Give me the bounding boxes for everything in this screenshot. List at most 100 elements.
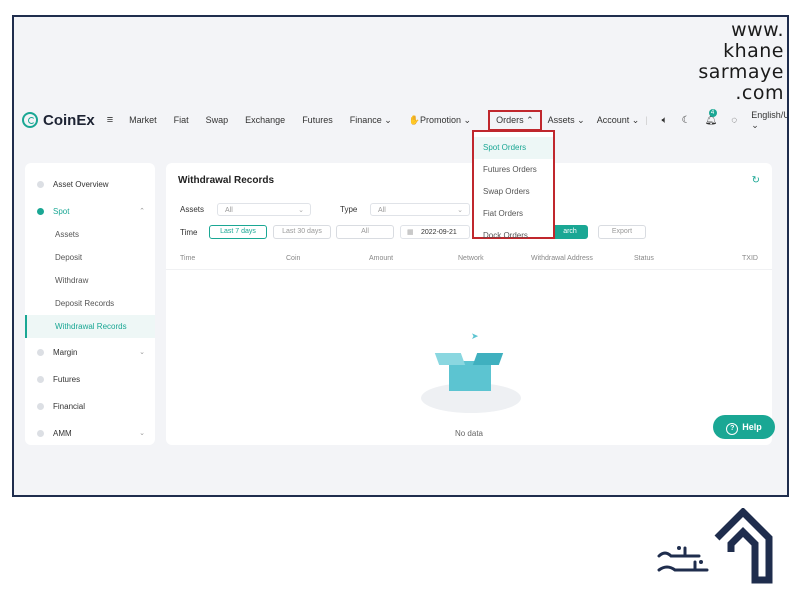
search-button[interactable]: arch (552, 225, 588, 239)
bell-icon[interactable]: 🔔︎ 4 (705, 108, 717, 126)
menu-item-spot-orders[interactable]: Spot Orders (474, 137, 553, 159)
sidebar-item-spot[interactable]: Spot ⌃ (25, 200, 155, 223)
nav-assets[interactable]: Assets ⌄ (548, 115, 585, 126)
time-filter-label: Time (180, 228, 198, 237)
menu-item-swap-orders[interactable]: Swap Orders (474, 181, 553, 203)
sidebar-item-label: Futures (53, 375, 81, 384)
nav-utilities: 🔈︎ ☾ 🔔︎4 ◌ English/USD ⌄ (662, 108, 787, 131)
table-header: Time Coin Amount Network Withdrawal Addr… (166, 253, 772, 270)
help-button[interactable]: ? Help (713, 415, 775, 439)
withdrawal-records-panel: Withdrawal Records ↻ Assets All ⌄ Type A… (166, 163, 772, 445)
sidebar-item-amm[interactable]: AMM ⌄ (25, 422, 155, 445)
khane-sarmaye-logo (657, 508, 773, 584)
export-button[interactable]: Export (598, 225, 646, 239)
chevron-down-icon: ⌄ (381, 114, 392, 125)
screenshot-frame: CoinEx ≡ Market Fiat Swap Exchange Futur… (12, 15, 789, 497)
moon-icon[interactable]: ☾ (682, 115, 691, 126)
nav-exchange[interactable]: Exchange (245, 115, 285, 125)
language-selector[interactable]: English/USD ⌄ (751, 109, 787, 131)
sidebar-sub-withdrawal-records[interactable]: Withdrawal Records (25, 315, 155, 338)
watermark-line: .com (735, 82, 784, 104)
no-data-text: No data (454, 429, 484, 438)
menu-item-fiat-orders[interactable]: Fiat Orders (474, 203, 553, 225)
last-30-days-button[interactable]: Last 30 days (273, 225, 331, 239)
language-label: English/USD (751, 109, 787, 120)
coinex-logo-icon (22, 112, 38, 128)
nav-promotion[interactable]: ✋Promotion ⌄ (409, 115, 471, 126)
nav-swap[interactable]: Swap (206, 115, 229, 125)
sidebar-item-financial[interactable]: Financial (25, 395, 155, 418)
menu-icon[interactable]: ≡ (107, 114, 113, 126)
menu-item-futures-orders[interactable]: Futures Orders (474, 159, 553, 181)
chevron-down-icon: ⌄ (139, 349, 145, 356)
assets-filter-label: Assets (180, 205, 205, 214)
spot-icon (37, 208, 44, 215)
sidebar: Asset Overview Spot ⌃ Assets Deposit Wit… (25, 163, 155, 445)
sidebar-sub-withdraw[interactable]: Withdraw (25, 269, 155, 292)
chevron-down-icon: ⌄ (139, 430, 145, 437)
hand-icon: ✋ (408, 114, 420, 125)
nav-account-label: Account (596, 114, 630, 125)
refresh-icon[interactable]: ↻ (752, 175, 760, 186)
sidebar-item-label: Margin (53, 348, 78, 357)
last-7-days-button[interactable]: Last 7 days (209, 225, 267, 239)
margin-icon (37, 349, 44, 356)
nav-fiat[interactable]: Fiat (174, 115, 189, 125)
chevron-down-icon: ⌄ (461, 114, 472, 125)
menu-item-dock-orders[interactable]: Dock Orders (474, 225, 553, 247)
nav-account[interactable]: Account ⌄ (597, 115, 640, 126)
sidebar-item-asset-overview[interactable]: Asset Overview (25, 173, 155, 196)
speaker-icon[interactable]: 🔈︎ (662, 115, 668, 126)
watermark-line: www. (731, 19, 784, 41)
sidebar-sub-deposit[interactable]: Deposit (25, 246, 155, 269)
nav-finance[interactable]: Finance ⌄ (350, 115, 392, 126)
box-icon (449, 361, 491, 391)
nav-market[interactable]: Market (129, 115, 157, 125)
type-select[interactable]: All ⌄ (370, 203, 470, 216)
nav-futures[interactable]: Futures (302, 115, 333, 125)
question-icon: ? (726, 423, 739, 435)
page-title: Withdrawal Records (178, 175, 275, 186)
sidebar-sub-assets[interactable]: Assets (25, 223, 155, 246)
empty-box-illustration: ➤ (411, 331, 531, 413)
col-time: Time (180, 255, 196, 262)
assets-select[interactable]: All ⌄ (217, 203, 311, 216)
top-navigation: CoinEx ≡ Market Fiat Swap Exchange Futur… (14, 105, 787, 135)
nav-promotion-label: Promotion (420, 114, 462, 125)
all-time-button[interactable]: All (336, 225, 394, 239)
nav-finance-label: Finance (349, 114, 382, 125)
assets-select-value: All (225, 207, 233, 214)
watermark-line: sarmaye (698, 61, 784, 83)
watermark-line: khane (723, 40, 784, 62)
chevron-up-icon: ⌃ (523, 114, 534, 125)
logo-text: CoinEx (43, 111, 95, 129)
nav-orders-label: Orders (496, 114, 524, 125)
col-withdrawal-address: Withdrawal Address (531, 255, 593, 262)
col-txid: TXID (742, 255, 758, 262)
sidebar-item-margin[interactable]: Margin ⌄ (25, 341, 155, 364)
chat-icon[interactable]: ◌ (731, 115, 737, 126)
help-label: Help (742, 422, 762, 432)
date-picker[interactable]: ▦ 2022-09-21 (400, 225, 470, 239)
date-picker-value: 2022-09-21 (421, 229, 457, 236)
sidebar-sub-deposit-records[interactable]: Deposit Records (25, 292, 155, 315)
sidebar-item-label: AMM (53, 429, 72, 438)
sidebar-item-label: Spot (53, 207, 70, 216)
type-filter-label: Type (340, 205, 358, 214)
chevron-down-icon: ⌄ (574, 114, 585, 125)
sidebar-item-label: Financial (53, 402, 86, 411)
chevron-down-icon: ⌄ (629, 114, 640, 125)
chevron-up-icon: ⌃ (139, 208, 145, 215)
paper-plane-icon: ➤ (471, 331, 479, 341)
box-lid-right (472, 353, 504, 365)
calendar-icon: ▦ (407, 229, 414, 236)
col-status: Status (634, 255, 654, 262)
futures-icon (37, 376, 44, 383)
financial-icon (37, 403, 44, 410)
chevron-down-icon: ⌄ (751, 119, 759, 130)
type-select-value: All (378, 207, 386, 214)
coinex-logo[interactable]: CoinEx (22, 112, 95, 129)
sidebar-item-futures[interactable]: Futures (25, 368, 155, 391)
nav-assets-label: Assets (547, 114, 575, 125)
nav-orders[interactable]: Orders ⌃ (488, 109, 542, 131)
